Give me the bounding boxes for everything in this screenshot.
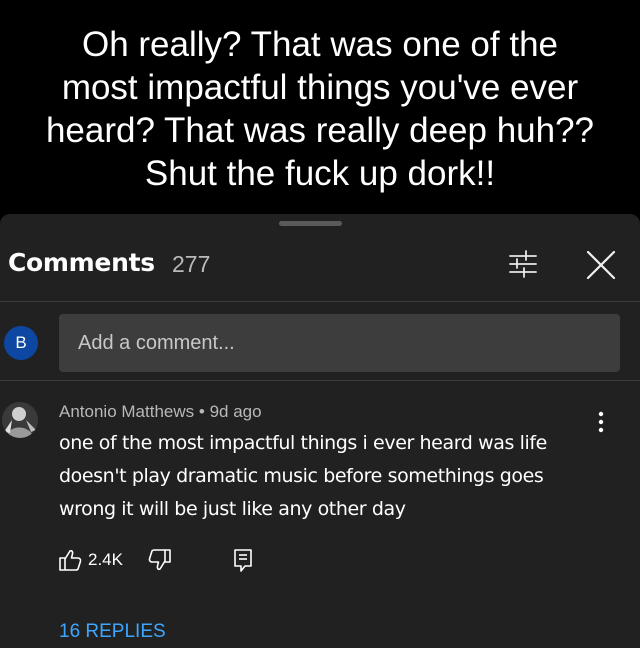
commenter-avatar[interactable] bbox=[2, 402, 38, 438]
close-icon[interactable] bbox=[583, 247, 619, 283]
caption-line-2: most impactful things you've ever bbox=[61, 68, 579, 107]
avatar[interactable]: B bbox=[4, 326, 38, 360]
drag-handle[interactable] bbox=[279, 221, 342, 226]
comments-count: 277 bbox=[172, 251, 211, 277]
reply-button[interactable] bbox=[232, 547, 254, 573]
comment-author-line: Antonio Matthews • 9d ago bbox=[59, 402, 262, 422]
dislike-button[interactable] bbox=[147, 547, 175, 573]
thumbs-down-icon bbox=[148, 549, 171, 571]
comments-title: Comments bbox=[8, 248, 155, 277]
reply-comment-icon bbox=[234, 549, 252, 572]
comment-age: 9d ago bbox=[209, 402, 262, 421]
comment-author[interactable]: Antonio Matthews bbox=[59, 402, 194, 421]
caption-line-3: heard? That was really deep huh?? bbox=[45, 111, 595, 150]
add-comment-input[interactable]: Add a comment... bbox=[59, 314, 620, 372]
comment-text: one of the most impactful things i ever … bbox=[59, 432, 547, 520]
meta-separator: • bbox=[198, 402, 205, 421]
meme-caption: Oh really? That was one of the most impa… bbox=[0, 0, 640, 214]
header-divider bbox=[0, 301, 640, 302]
sort-filter-icon[interactable] bbox=[505, 247, 541, 281]
input-divider bbox=[0, 380, 640, 381]
like-count: 2.4K bbox=[88, 550, 123, 569]
comments-panel: Comments 277 B Add a comment... Antonio … bbox=[0, 214, 640, 648]
thumbs-up-icon bbox=[59, 549, 82, 571]
caption-line-4: Shut the fuck up dork!! bbox=[144, 154, 496, 193]
view-replies-link[interactable]: 16 REPLIES bbox=[59, 621, 166, 643]
caption-line-1: Oh really? That was one of the bbox=[81, 25, 559, 64]
